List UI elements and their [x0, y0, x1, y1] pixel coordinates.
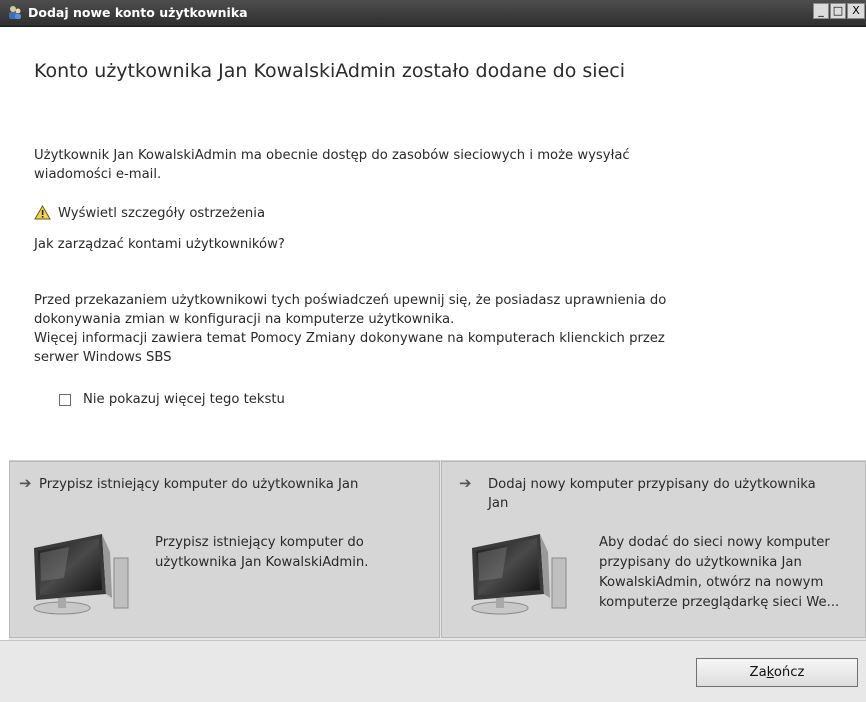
task-area: ➔ Przypisz istniejący komputer do użytko… — [9, 460, 866, 640]
users-icon — [9, 6, 21, 19]
minimize-button[interactable]: _ — [813, 3, 829, 19]
task-title: Przypisz istniejący komputer do użytkown… — [39, 477, 359, 492]
warning-details-link[interactable]: Wyświetl szczegóły ostrzeżenia — [58, 205, 265, 223]
footer-bar: Zakończ — [0, 640, 866, 702]
manage-accounts-link[interactable]: Jak zarządzać kontami użytkowników? — [34, 236, 285, 254]
task-title-line1: Dodaj nowy komputer przypisany do użytko… — [488, 477, 816, 492]
dont-show-checkbox[interactable] — [59, 394, 71, 406]
dont-show-label[interactable]: Nie pokazuj więcej tego tekstu — [83, 391, 285, 409]
task-title-line2: Jan — [488, 496, 509, 511]
task-description-line: przypisany do użytkownika Jan — [599, 555, 802, 570]
notice-line3: Więcej informacji zawiera temat Pomocy Z… — [34, 331, 665, 346]
info-text-line2: wiadomości e-mail. — [34, 167, 162, 182]
computer-monitor-icon — [33, 534, 129, 615]
close-button[interactable]: X — [847, 3, 865, 19]
finish-label-pre: Za — [749, 665, 767, 680]
finish-label-accel: k — [766, 665, 774, 680]
title-bar: Dodaj nowe konto użytkownika _ □ X — [0, 0, 866, 27]
notice-line1: Przed przekazaniem użytkownikowi tych po… — [34, 293, 667, 308]
task-description-line: Aby dodać do sieci nowy komputer — [599, 535, 830, 550]
task-description-line: Przypisz istniejący komputer do — [155, 535, 364, 550]
task-assign-existing-computer[interactable]: ➔ Przypisz istniejący komputer do użytko… — [9, 461, 440, 638]
window-title: Dodaj nowe konto użytkownika — [28, 5, 248, 20]
maximize-button[interactable]: □ — [830, 3, 846, 19]
warning-icon — [34, 205, 51, 220]
notice-line2: dokonywania zmian w konfiguracji na komp… — [34, 312, 455, 327]
arrow-right-icon: ➔ — [459, 474, 472, 492]
task-description-line: KowalskiAdmin, otwórz na nowym — [599, 575, 824, 590]
finish-label-post: ończ — [773, 665, 805, 680]
info-text-line1: Użytkownik Jan KowalskiAdmin ma obecnie … — [34, 148, 630, 163]
task-description-line: użytkownika Jan KowalskiAdmin. — [155, 555, 369, 570]
computer-monitor-icon — [471, 534, 567, 615]
task-add-new-computer[interactable]: ➔ Dodaj nowy komputer przypisany do użyt… — [441, 461, 866, 638]
notice-line4: serwer Windows SBS — [34, 350, 172, 365]
task-description-line: komputerze przeglądarkę sieci We... — [599, 595, 840, 610]
page-title: Konto użytkownika Jan KowalskiAdmin zost… — [34, 60, 625, 82]
arrow-right-icon: ➔ — [19, 474, 32, 492]
finish-button[interactable]: Zakończ — [696, 658, 858, 687]
